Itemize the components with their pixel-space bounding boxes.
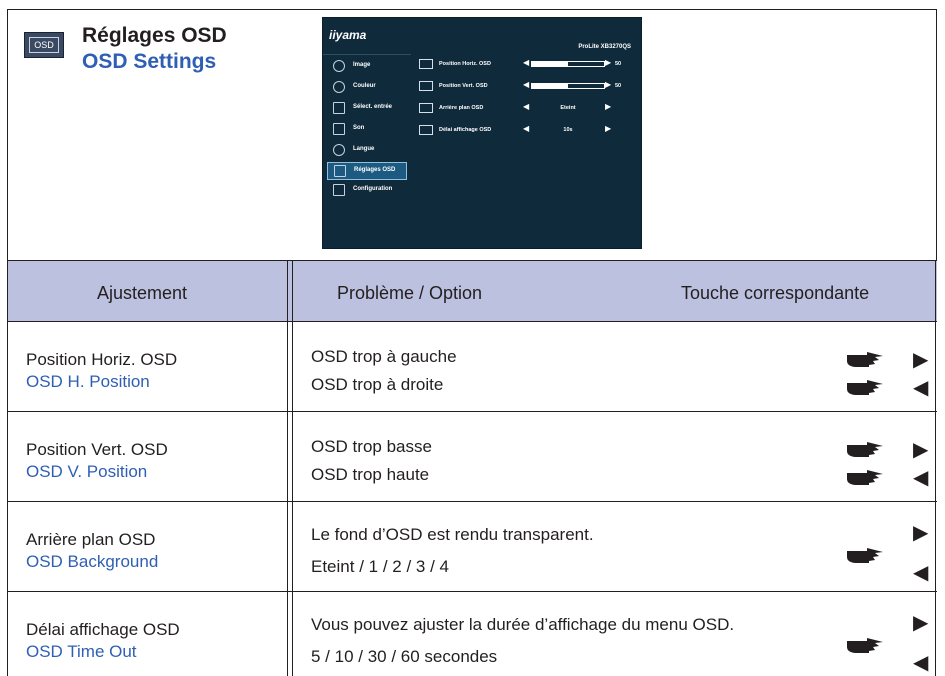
arrow-left-key-icon: ◀ xyxy=(913,377,929,399)
table-row: Délai affichage OSD OSD Time Out Vous po… xyxy=(7,592,937,676)
arrow-left-icon: ◀ xyxy=(523,124,530,133)
setting-value: Eteint xyxy=(560,105,576,111)
title-english: OSD Settings xyxy=(82,50,217,73)
pointing-hand-icon xyxy=(847,548,883,563)
monitor-model: ProLite XB3270QS xyxy=(578,44,631,50)
header-problem: Problème / Option xyxy=(337,283,483,303)
level-bar xyxy=(531,61,605,67)
menu-item-input: Sélect. entrée xyxy=(327,100,407,118)
osd-icon xyxy=(334,165,346,177)
menu-label: Son xyxy=(353,125,365,131)
adjustment-french: Arrière plan OSD xyxy=(26,530,156,549)
arrow-right-key-icon: ▶ xyxy=(913,612,929,634)
osd-menu-screenshot: iiyama ProLite XB3270QS Image Couleur Sé… xyxy=(322,17,642,249)
setting-value: 10s xyxy=(563,127,573,133)
adjustment-english: OSD Time Out xyxy=(26,642,137,661)
arrow-left-key-icon: ◀ xyxy=(913,652,929,674)
option-line: OSD trop à droite xyxy=(311,375,444,394)
menu-item-color: Couleur xyxy=(327,79,407,97)
page-frame: OSD Réglages OSD OSD Settings iiyama Pro… xyxy=(7,9,937,676)
menu-label: Réglages OSD xyxy=(354,167,396,173)
option-line: Le fond d’OSD est rendu transparent. xyxy=(311,525,594,544)
arrow-left-key-icon: ◀ xyxy=(913,562,929,584)
brand-logo: iiyama xyxy=(329,28,367,42)
arrow-left-icon: ◀ xyxy=(523,58,530,67)
color-icon xyxy=(333,81,345,93)
menu-label: Configuration xyxy=(353,186,393,192)
globe-icon xyxy=(333,144,345,156)
header-section: OSD Réglages OSD OSD Settings iiyama Pro… xyxy=(7,9,937,261)
column-divider xyxy=(292,260,293,676)
table-row: Position Horiz. OSD OSD H. Position OSD … xyxy=(7,322,937,412)
adjustment-english: OSD H. Position xyxy=(26,372,150,391)
pointing-hand-icon xyxy=(847,442,883,457)
setting-label: Délai affichage OSD xyxy=(439,127,492,133)
setting-osd-v-position: Position Vert. OSD ◀ ▶ 50 xyxy=(419,80,629,94)
menu-item-language: Langue xyxy=(327,142,407,160)
option-line: Vous pouvez ajuster la durée d’affichage… xyxy=(311,615,735,634)
menu-label: Couleur xyxy=(353,83,376,89)
pointing-hand-icon xyxy=(847,638,883,653)
header-key: Touche correspondante xyxy=(681,283,870,303)
image-icon xyxy=(333,60,345,72)
timeout-icon xyxy=(419,125,433,135)
setting-osd-background: Arrière plan OSD ◀ Eteint ▶ xyxy=(419,102,629,116)
menu-item-configuration: Configuration xyxy=(327,182,407,200)
setting-label: Position Vert. OSD xyxy=(439,83,488,89)
arrow-right-icon: ▶ xyxy=(605,124,612,133)
menu-label: Sélect. entrée xyxy=(353,104,393,110)
header-adjustment: Ajustement xyxy=(97,283,188,303)
option-line: Eteint / 1 / 2 / 3 / 4 xyxy=(311,557,449,576)
menu-label: Langue xyxy=(353,146,375,152)
option-line: OSD trop haute xyxy=(311,465,430,484)
adjustment-english: OSD V. Position xyxy=(26,462,148,481)
speaker-icon xyxy=(333,123,345,135)
v-position-icon xyxy=(419,81,433,91)
pointing-hand-icon xyxy=(847,470,883,485)
adjustment-french: Position Vert. OSD xyxy=(26,440,168,459)
level-bar xyxy=(531,83,605,89)
arrow-right-icon: ▶ xyxy=(605,102,612,111)
adjustment-french: Position Horiz. OSD xyxy=(26,350,178,369)
menu-item-osd-settings: Réglages OSD xyxy=(327,162,407,180)
arrow-right-icon: ▶ xyxy=(605,80,612,89)
column-divider xyxy=(287,260,288,676)
option-line: OSD trop basse xyxy=(311,437,432,456)
menu-label: Image xyxy=(353,62,371,68)
pointing-hand-icon xyxy=(847,380,883,395)
setting-osd-h-position: Position Horiz. OSD ◀ ▶ 50 xyxy=(419,58,629,72)
osd-settings-icon: OSD xyxy=(24,32,64,58)
setting-label: Arrière plan OSD xyxy=(439,105,484,111)
arrow-left-icon: ◀ xyxy=(523,102,530,111)
pointing-hand-icon xyxy=(847,352,883,367)
logo-divider xyxy=(323,54,411,55)
adjustment-english: OSD Background xyxy=(26,552,159,571)
setting-value: 50 xyxy=(615,83,622,89)
option-line: OSD trop à gauche xyxy=(311,347,457,366)
setting-osd-timeout: Délai affichage OSD ◀ 10s ▶ xyxy=(419,124,629,138)
level-fill xyxy=(532,84,568,88)
menu-item-image: Image xyxy=(327,58,407,76)
table-row: Arrière plan OSD OSD Background Le fond … xyxy=(7,502,937,592)
sliders-icon xyxy=(333,184,345,196)
arrow-right-icon: ▶ xyxy=(605,58,612,67)
background-icon xyxy=(419,103,433,113)
setting-label: Position Horiz. OSD xyxy=(439,61,491,67)
table-header: Ajustement Problème / Option Touche corr… xyxy=(7,260,937,322)
level-fill xyxy=(532,62,568,66)
adjustment-french: Délai affichage OSD xyxy=(26,620,180,639)
arrow-left-key-icon: ◀ xyxy=(913,467,929,489)
arrow-right-key-icon: ▶ xyxy=(913,439,929,461)
table-row: Position Vert. OSD OSD V. Position OSD t… xyxy=(7,412,937,502)
option-line: 5 / 10 / 30 / 60 secondes xyxy=(311,647,498,666)
title-french: Réglages OSD xyxy=(82,24,227,47)
setting-value: 50 xyxy=(615,61,622,67)
menu-item-sound: Son xyxy=(327,121,407,139)
arrow-right-key-icon: ▶ xyxy=(913,522,929,544)
osd-icon-label: OSD xyxy=(29,37,59,53)
h-position-icon xyxy=(419,59,433,69)
arrow-right-key-icon: ▶ xyxy=(913,349,929,371)
arrow-left-icon: ◀ xyxy=(523,80,530,89)
input-icon xyxy=(333,102,345,114)
